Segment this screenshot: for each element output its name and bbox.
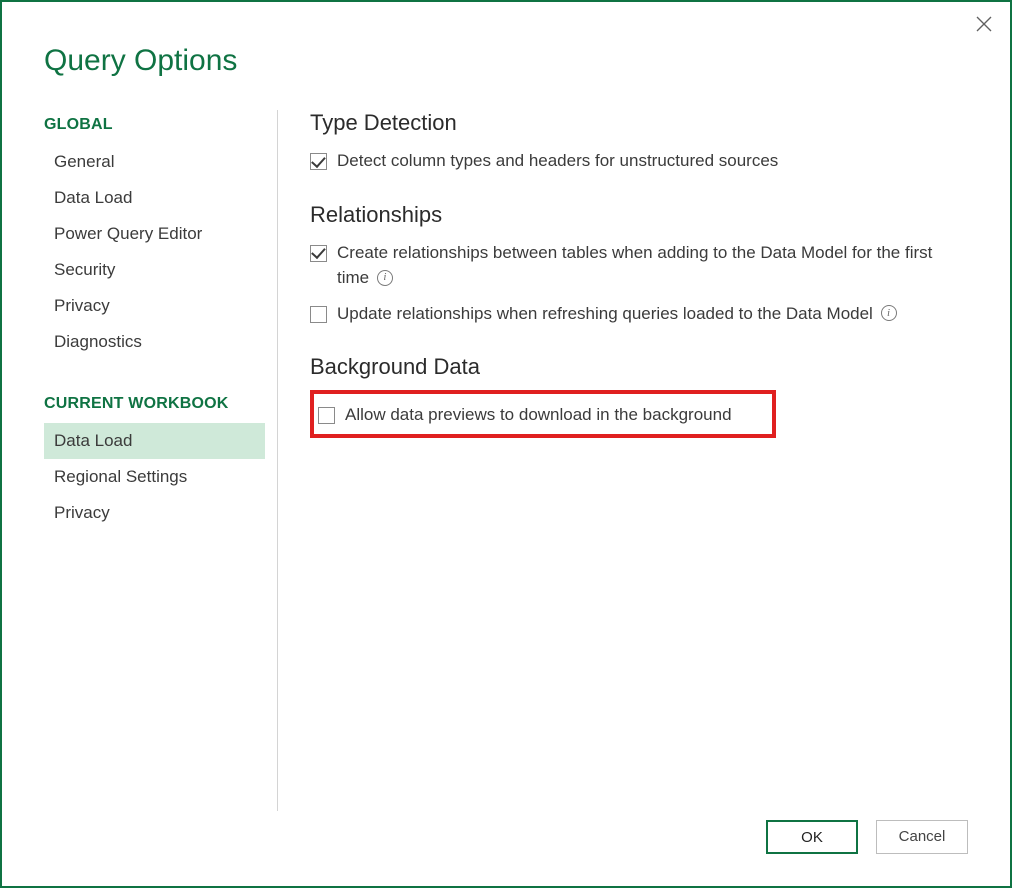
sidebar-item-privacy-global[interactable]: Privacy xyxy=(44,288,265,324)
heading-background-data: Background Data xyxy=(310,354,968,380)
info-icon[interactable]: i xyxy=(377,270,393,286)
checkbox-allow-background-previews[interactable] xyxy=(318,407,335,424)
heading-relationships: Relationships xyxy=(310,202,968,228)
sidebar-item-privacy-workbook[interactable]: Privacy xyxy=(44,495,265,531)
highlight-box: Allow data previews to download in the b… xyxy=(310,390,776,438)
label-update-relationships: Update relationships when refreshing que… xyxy=(337,304,873,323)
sidebar-item-diagnostics[interactable]: Diagnostics xyxy=(44,324,265,360)
sidebar-item-data-load-workbook[interactable]: Data Load xyxy=(44,423,265,459)
sidebar-item-data-load-global[interactable]: Data Load xyxy=(44,180,265,216)
sidebar-item-general[interactable]: General xyxy=(44,144,265,180)
info-icon[interactable]: i xyxy=(881,305,897,321)
sidebar-item-security[interactable]: Security xyxy=(44,252,265,288)
sidebar-item-power-query-editor[interactable]: Power Query Editor xyxy=(44,216,265,252)
sidebar-item-regional-settings[interactable]: Regional Settings xyxy=(44,459,265,495)
checkbox-update-relationships[interactable] xyxy=(310,306,327,323)
sidebar-section-current-workbook: CURRENT WORKBOOK xyxy=(44,389,265,423)
ok-button[interactable]: OK xyxy=(766,820,858,854)
dialog-title: Query Options xyxy=(2,2,1010,78)
checkbox-create-relationships[interactable] xyxy=(310,245,327,262)
heading-type-detection: Type Detection xyxy=(310,110,968,136)
sidebar-section-global: GLOBAL xyxy=(44,110,265,144)
sidebar: GLOBAL General Data Load Power Query Edi… xyxy=(44,110,278,811)
main-panel: Type Detection Detect column types and h… xyxy=(278,110,968,811)
cancel-button[interactable]: Cancel xyxy=(876,820,968,854)
close-icon[interactable] xyxy=(974,14,994,34)
label-detect-column-types: Detect column types and headers for unst… xyxy=(337,148,778,174)
label-allow-background-previews: Allow data previews to download in the b… xyxy=(345,402,732,428)
checkbox-detect-column-types[interactable] xyxy=(310,153,327,170)
label-create-relationships: Create relationships between tables when… xyxy=(337,243,932,288)
